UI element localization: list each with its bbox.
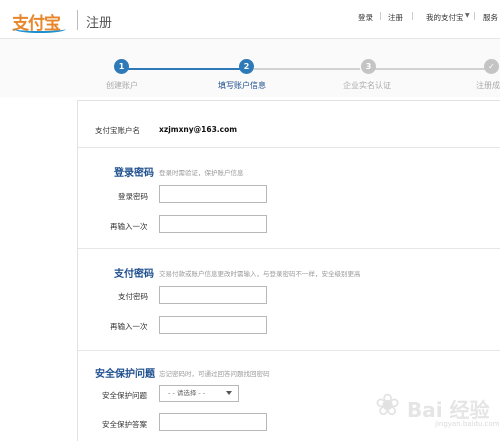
security-answer-label: 安全保护答案	[102, 420, 147, 429]
watermark-sub: jingyan.baidu.com	[435, 420, 500, 428]
step-3-label: 企业实名认证	[343, 81, 391, 90]
pay-password-title: 支付密码	[114, 269, 154, 280]
security-question-desc: 忘记密码时，可通过回答问题找回密码	[159, 370, 270, 378]
login-password-desc: 登录时需验证，保护账户信息	[159, 169, 244, 177]
nav-divider	[474, 12, 475, 20]
login-password-confirm-input[interactable]	[159, 215, 267, 233]
section-divider	[78, 248, 500, 249]
chevron-down-icon	[226, 391, 232, 395]
pay-password-label: 支付密码	[118, 292, 148, 301]
section-divider	[78, 350, 500, 351]
login-password-title: 登录密码	[114, 168, 154, 179]
service-link[interactable]: 服务	[483, 12, 498, 23]
pay-password-confirm-label: 再输入一次	[110, 322, 148, 331]
step-2-label: 填写账户信息	[218, 81, 266, 90]
paw-icon: ❀	[375, 388, 401, 423]
step-1-circle: 1	[114, 59, 129, 74]
pay-password-input[interactable]	[159, 286, 267, 304]
login-password-label: 登录密码	[118, 192, 148, 201]
page-title: 注册	[86, 16, 113, 31]
login-password-confirm-label: 再输入一次	[110, 222, 148, 231]
security-answer-input[interactable]	[159, 413, 267, 431]
login-link[interactable]: 登录	[358, 12, 373, 23]
nav-divider	[380, 12, 381, 20]
section-divider	[78, 147, 500, 148]
step-4-circle: ✓	[484, 59, 499, 74]
logo-swoosh-icon	[14, 25, 66, 33]
pay-password-desc: 交易付款或账户信息更改时需输入，与登录密码不一样，安全级别更高	[159, 270, 361, 278]
step-2-circle: 2	[239, 59, 254, 74]
step-3-circle: 3	[361, 59, 376, 74]
security-question-label: 安全保护问题	[102, 391, 147, 400]
alipay-logo[interactable]: 支付宝	[12, 9, 72, 34]
account-label: 支付宝账户名	[95, 126, 140, 135]
nav-divider	[412, 12, 413, 20]
account-value: xzjmxny@163.com	[159, 125, 238, 134]
security-question-title: 安全保护问题	[95, 369, 155, 380]
progress-bar-todo	[375, 68, 485, 70]
my-alipay-menu[interactable]: 我的支付宝	[426, 12, 464, 23]
security-question-select[interactable]: - - 请选择 - -	[159, 385, 239, 402]
login-password-input[interactable]	[159, 185, 267, 203]
header-divider	[77, 10, 78, 30]
header: 支付宝 注册 登录 注册 我的支付宝 ▼ 服务	[0, 0, 500, 38]
step-4-label: 注册成	[476, 81, 500, 90]
progress-bar-done	[128, 68, 240, 70]
chevron-down-icon: ▼	[465, 12, 470, 19]
watermark-text: Bai 经验	[407, 398, 490, 422]
progress-bar-todo	[254, 68, 360, 70]
register-link[interactable]: 注册	[388, 12, 403, 23]
pay-password-confirm-input[interactable]	[159, 316, 267, 334]
step-1-label: 创建账户	[106, 81, 138, 90]
baidu-watermark: ❀ Bai 经验 jingyan.baidu.com	[375, 388, 500, 433]
security-question-selected: - - 请选择 - -	[168, 389, 206, 397]
